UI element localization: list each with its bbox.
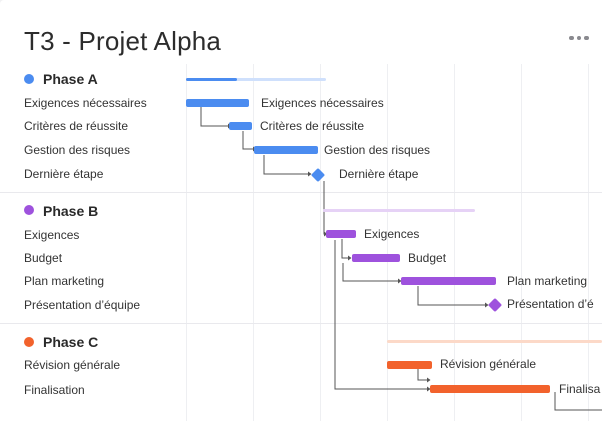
more-options-icon[interactable] [569, 32, 593, 44]
task-label-revision-generale[interactable]: Révision générale [24, 358, 120, 372]
grid-line [320, 64, 321, 421]
task-bar-revision-generale[interactable] [387, 361, 432, 369]
task-bar-gestion-des-risques[interactable] [254, 146, 318, 154]
bar-label-exigences-necessaires: Exigences nécessaires [261, 96, 384, 110]
more-dot [584, 35, 589, 41]
bar-label-presentation-dequipe: Présentation d’é [507, 297, 594, 311]
bar-label-revision-generale: Révision générale [440, 357, 537, 371]
bar-label-budget: Budget [408, 251, 447, 265]
bar-label-gestion-des-risques: Gestion des risques [324, 143, 431, 157]
milestone-derniere-etape-icon[interactable] [310, 167, 326, 183]
phase-a-progress-bar [186, 78, 237, 81]
task-bar-exigences[interactable] [326, 230, 356, 238]
bar-label-plan-marketing: Plan marketing [507, 274, 588, 288]
phase-separator [0, 192, 602, 193]
task-label-exigences[interactable]: Exigences [24, 228, 79, 242]
phase-a-dot [24, 74, 34, 84]
task-label-presentation-dequipe[interactable]: Présentation d’équipe [24, 298, 140, 312]
phase-b-summary-bar [323, 209, 475, 212]
task-label-finalisation[interactable]: Finalisation [24, 383, 85, 397]
phase-b-dot [24, 205, 34, 215]
more-dot [576, 35, 581, 41]
phase-c-summary-bar [387, 340, 602, 343]
task-bar-budget[interactable] [352, 254, 400, 262]
bar-label-exigences: Exigences [364, 227, 420, 241]
bar-label-criteres-de-reussite: Critères de réussite [260, 119, 365, 133]
task-bar-finalisation[interactable] [430, 385, 550, 393]
bar-label-finalisation: Finalisa [559, 382, 601, 396]
bar-label-derniere-etape: Dernière étape [339, 167, 419, 181]
task-bar-plan-marketing[interactable] [401, 277, 496, 285]
task-label-derniere-etape[interactable]: Dernière étape [24, 167, 103, 181]
page-title: T3 - Projet Alpha [24, 26, 222, 56]
gantt-card: T3 - Projet Alpha Phase A Exigences néce… [0, 0, 602, 421]
task-label-plan-marketing[interactable]: Plan marketing [24, 274, 104, 288]
phase-b-header[interactable]: Phase B [43, 203, 98, 219]
task-bar-criteres-de-reussite[interactable] [229, 122, 252, 130]
task-label-criteres-de-reussite[interactable]: Critères de réussite [24, 119, 128, 133]
task-label-budget[interactable]: Budget [24, 251, 62, 265]
phase-separator [0, 323, 602, 324]
milestone-presentation-dequipe-icon[interactable] [487, 297, 503, 313]
phase-a-header[interactable]: Phase A [43, 71, 98, 87]
more-dot [569, 35, 574, 41]
task-label-gestion-des-risques[interactable]: Gestion des risques [24, 143, 130, 157]
grid-line [253, 64, 254, 421]
phase-c-dot [24, 337, 34, 347]
grid-line [186, 64, 187, 421]
grid-line [588, 64, 589, 421]
task-label-exigences-necessaires[interactable]: Exigences nécessaires [24, 96, 147, 110]
task-bar-exigences-necessaires[interactable] [186, 99, 249, 107]
phase-c-header[interactable]: Phase C [43, 334, 98, 350]
